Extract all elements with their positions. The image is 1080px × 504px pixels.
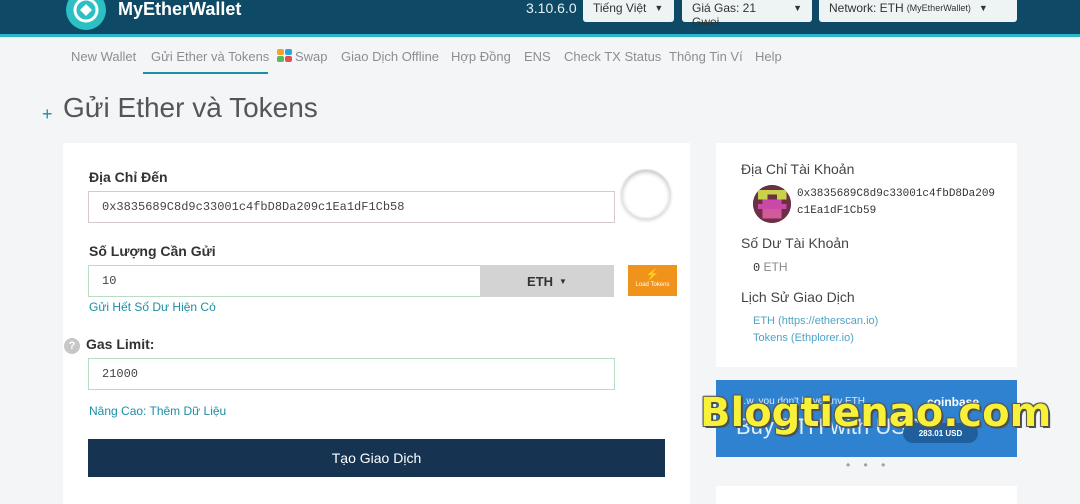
account-info-card: Địa Chỉ Tài Khoản 0x3835689C8d9c33001c4f… bbox=[716, 143, 1017, 367]
load-tokens-button[interactable]: ⚡ Load Tokens bbox=[628, 265, 677, 296]
secondary-side-card bbox=[716, 486, 1017, 504]
nav-help[interactable]: Help bbox=[755, 49, 782, 64]
nav-swap[interactable]: Swap bbox=[277, 49, 328, 64]
nav-swap-label: Swap bbox=[295, 49, 328, 64]
top-header: MyEtherWallet 3.10.6.0 Tiếng Việt ▼ Giá … bbox=[0, 0, 1080, 34]
etherscan-link[interactable]: ETH (https://etherscan.io) bbox=[753, 315, 878, 327]
active-tab-indicator bbox=[143, 72, 268, 74]
transaction-history-heading: Lịch Sử Giao Dịch bbox=[741, 289, 855, 305]
network-dropdown[interactable]: Network: ETH (MyEtherWallet) ▼ bbox=[819, 0, 1017, 22]
network-sub-label: (MyEtherWallet) bbox=[906, 3, 971, 13]
generate-transaction-button[interactable]: Tạo Giao Dịch bbox=[88, 439, 665, 477]
balance-amount: 0 bbox=[753, 261, 761, 275]
language-label: Tiếng Việt bbox=[593, 1, 647, 15]
plus-icon[interactable]: + bbox=[42, 104, 53, 125]
gas-price-label: Giá Gas: 21 Gwei bbox=[692, 1, 757, 29]
account-balance-heading: Số Dư Tài Khoản bbox=[741, 235, 849, 251]
chevron-down-icon: ▼ bbox=[793, 3, 802, 13]
nav-view-wallet-info[interactable]: Thông Tin Ví bbox=[669, 49, 743, 64]
page-title: Gửi Ether và Tokens bbox=[63, 92, 318, 123]
swap-icon bbox=[277, 49, 292, 62]
language-dropdown[interactable]: Tiếng Việt ▼ bbox=[583, 0, 674, 22]
balance-unit: ETH bbox=[763, 260, 788, 274]
lightning-icon: ⚡ bbox=[645, 269, 660, 281]
nav-ens[interactable]: ENS bbox=[524, 49, 551, 64]
chevron-down-icon: ▼ bbox=[978, 3, 988, 13]
gas-price-dropdown[interactable]: Giá Gas: 21 Gwei ▼ bbox=[682, 0, 812, 29]
help-icon[interactable]: ? bbox=[64, 338, 80, 354]
carousel-dots[interactable]: • • • bbox=[846, 458, 890, 472]
load-tokens-label: Load Tokens bbox=[635, 282, 670, 288]
nav-check-tx-status[interactable]: Check TX Status bbox=[564, 49, 661, 64]
brand-name[interactable]: MyEtherWallet bbox=[118, 0, 241, 18]
chevron-down-icon: ▼ bbox=[654, 3, 664, 13]
main-nav: New Wallet Gửi Ether và Tokens Swap Giao… bbox=[0, 37, 1080, 77]
send-form-card: Địa Chỉ Đến 0x3835689C8d9c33001c4fbD8Da2… bbox=[63, 143, 690, 504]
ethplorer-link[interactable]: Tokens (Ethplorer.io) bbox=[753, 332, 854, 344]
nav-offline-transaction[interactable]: Giao Dịch Offline bbox=[341, 49, 439, 64]
nav-new-wallet[interactable]: New Wallet bbox=[71, 49, 136, 64]
watermark-text: Blogtienao.com bbox=[700, 390, 1052, 436]
account-address: 0x3835689C8d9c33001c4fbD8Da209c1Ea1dF1Cb… bbox=[797, 188, 996, 217]
chevron-down-icon: ▼ bbox=[559, 276, 567, 286]
network-label: Network: ETH bbox=[829, 1, 904, 15]
account-address-heading: Địa Chỉ Tài Khoản bbox=[741, 161, 855, 177]
to-address-label: Địa Chỉ Đến bbox=[89, 169, 168, 185]
amount-label: Số Lượng Cần Gửi bbox=[89, 243, 216, 259]
nav-send-ether-tokens[interactable]: Gửi Ether và Tokens bbox=[151, 49, 269, 64]
unit-label: ETH bbox=[527, 273, 554, 289]
advanced-add-data-link[interactable]: Nâng Cao: Thêm Dữ Liệu bbox=[89, 404, 226, 418]
to-address-input[interactable]: 0x3835689C8d9c33001c4fbD8Da209c1Ea1dF1Cb… bbox=[88, 191, 615, 223]
myetherwallet-logo-icon[interactable] bbox=[66, 0, 106, 30]
account-balance: 0 ETH bbox=[753, 260, 788, 275]
account-identicon bbox=[753, 185, 791, 223]
destination-identicon bbox=[621, 169, 671, 219]
nav-contracts[interactable]: Hợp Đồng bbox=[451, 49, 511, 64]
send-entire-balance-link[interactable]: Gửi Hết Số Dư Hiện Có bbox=[89, 300, 216, 314]
unit-dropdown[interactable]: ETH ▼ bbox=[480, 265, 614, 297]
version-label: 3.10.6.0 bbox=[526, 0, 577, 16]
amount-input[interactable]: 10 bbox=[88, 265, 481, 297]
gas-limit-label: Gas Limit: bbox=[86, 336, 155, 352]
gas-limit-input[interactable]: 21000 bbox=[88, 358, 615, 390]
